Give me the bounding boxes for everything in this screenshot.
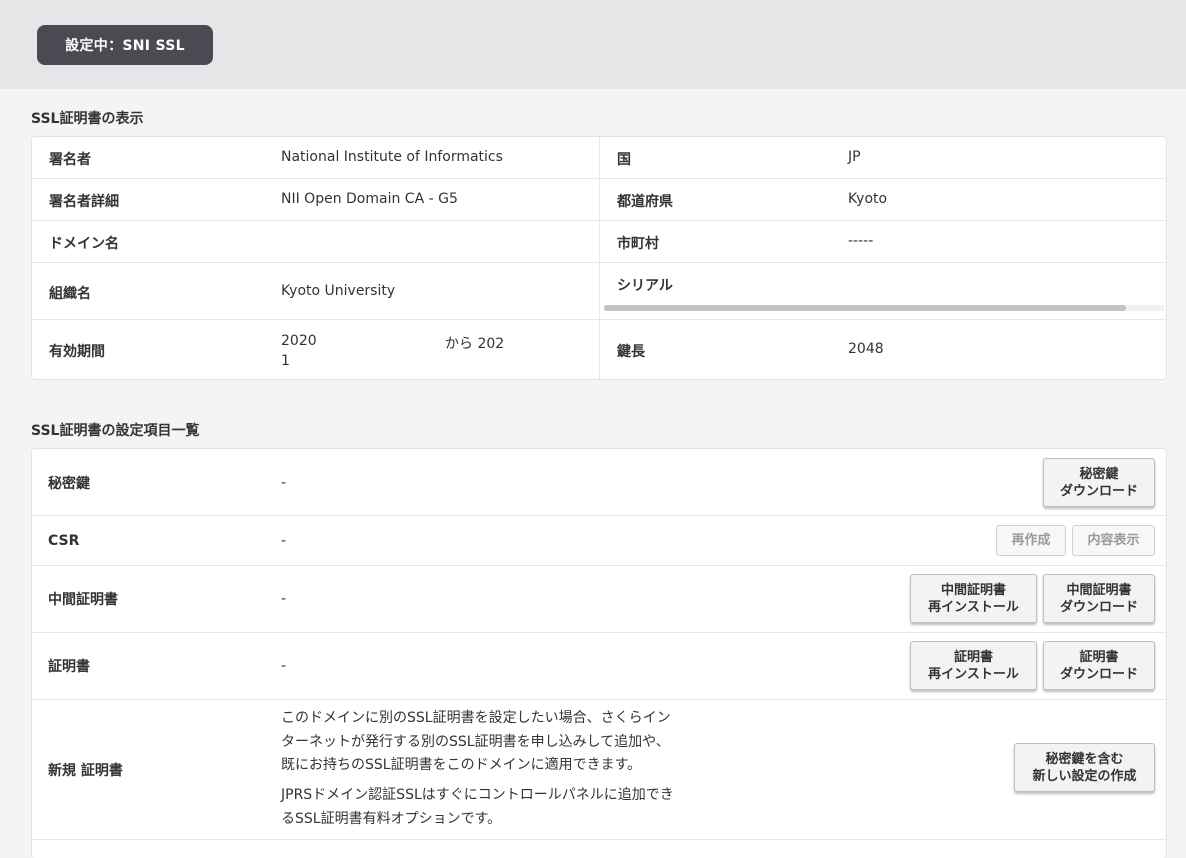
city-value: -----	[848, 233, 874, 249]
cert-info-table: 署名者 National Institute of Informatics 国 …	[31, 136, 1167, 380]
table-row: 有効期間 2020 から 202 1 鍵長 2048	[32, 320, 1166, 380]
private-key-label: 秘密鍵	[48, 476, 90, 492]
description-line: 既にお持ちのSSL証明書をこのドメインに適用できます。	[281, 757, 642, 773]
table-row: 中間証明書 - 中間証明書 再インストール 中間証明書 ダウンロード	[32, 566, 1166, 633]
country-value: JP	[848, 149, 861, 165]
city-label: 市町村	[617, 236, 659, 252]
new-cert-description: このドメインに別のSSL証明書を設定したい場合、さくらイン ターネットが発行する…	[281, 707, 671, 778]
validity-start: 2020	[281, 333, 317, 349]
serial-scrollbar[interactable]	[604, 305, 1164, 311]
table-row: 組織名 Kyoto University シリアル	[32, 263, 1166, 320]
certificate-download-button[interactable]: 証明書 ダウンロード	[1043, 641, 1155, 690]
table-row: ドメイン名 市町村 -----	[32, 221, 1166, 263]
key-length-value: 2048	[848, 341, 884, 357]
table-row: 秘密鍵 - 秘密鍵 ダウンロード	[32, 449, 1166, 516]
certificate-value: -	[281, 658, 287, 674]
domain-name-label: ドメイン名	[49, 236, 119, 252]
table-row: 署名者詳細 NII Open Domain CA - G5 都道府県 Kyoto	[32, 179, 1166, 221]
signer-value: National Institute of Informatics	[281, 149, 503, 165]
settings-list-title: SSL証明書の設定項目一覧	[31, 423, 200, 439]
signer-detail-label: 署名者詳細	[49, 194, 119, 210]
top-bar: 設定中：SNI SSL	[0, 0, 1186, 89]
description-line: JPRSドメイン認証SSLはすぐにコントロールパネルに追加でき	[281, 787, 674, 803]
description-line: このドメインに別のSSL証明書を設定したい場合、さくらイン	[281, 710, 671, 726]
intermediate-cert-label: 中間証明書	[48, 592, 118, 608]
validity-label: 有効期間	[49, 344, 105, 360]
validity-end: から 202	[445, 336, 505, 352]
certificate-reinstall-button[interactable]: 証明書 再インストール	[910, 641, 1037, 690]
table-row: CSR - 再作成 内容表示	[32, 516, 1166, 566]
table-row: 新規 証明書 このドメインに別のSSL証明書を設定したい場合、さくらイン ターネ…	[32, 700, 1166, 840]
validity-continued: 1	[281, 353, 290, 369]
certificate-label: 証明書	[48, 659, 90, 675]
csr-label: CSR	[48, 533, 80, 549]
prefecture-value: Kyoto	[848, 191, 888, 207]
cert-view-title: SSL証明書の表示	[31, 111, 144, 127]
prefecture-label: 都道府県	[617, 194, 673, 210]
private-key-download-button[interactable]: 秘密鍵 ダウンロード	[1043, 458, 1155, 507]
country-label: 国	[617, 152, 631, 168]
description-line: ターネットが発行する別のSSL証明書を申し込みして追加や、	[281, 733, 670, 750]
table-row: 署名者 National Institute of Informatics 国 …	[32, 137, 1166, 179]
signer-label: 署名者	[49, 152, 91, 168]
table-row: 証明書 - 証明書 再インストール 証明書 ダウンロード	[32, 633, 1166, 700]
private-key-value: -	[281, 475, 287, 491]
settings-table: 秘密鍵 - 秘密鍵 ダウンロード CSR - 再作成 内容表示 中間証明書 - …	[31, 448, 1167, 858]
scrollbar-thumb[interactable]	[604, 305, 1126, 311]
serial-label: シリアル	[617, 278, 673, 294]
jprs-description: JPRSドメイン認証SSLはすぐにコントロールパネルに追加でき るSSL証明書有…	[281, 784, 674, 831]
signer-detail-value: NII Open Domain CA - G5	[281, 191, 458, 207]
key-length-label: 鍵長	[617, 344, 645, 360]
csr-value: -	[281, 533, 287, 549]
new-cert-label: 新規 証明書	[48, 763, 123, 779]
create-new-setting-button[interactable]: 秘密鍵を含む 新しい設定の作成	[1014, 743, 1155, 792]
intermediate-reinstall-button[interactable]: 中間証明書 再インストール	[910, 574, 1037, 623]
intermediate-download-button[interactable]: 中間証明書 ダウンロード	[1043, 574, 1155, 623]
organization-label: 組織名	[49, 286, 91, 302]
ssl-status-badge: 設定中：SNI SSL	[37, 25, 213, 65]
description-line: るSSL証明書有料オプションです。	[281, 810, 502, 827]
organization-value: Kyoto University	[281, 283, 396, 299]
intermediate-cert-value: -	[281, 591, 287, 607]
csr-recreate-button[interactable]: 再作成	[996, 525, 1066, 556]
csr-show-button[interactable]: 内容表示	[1072, 525, 1155, 556]
